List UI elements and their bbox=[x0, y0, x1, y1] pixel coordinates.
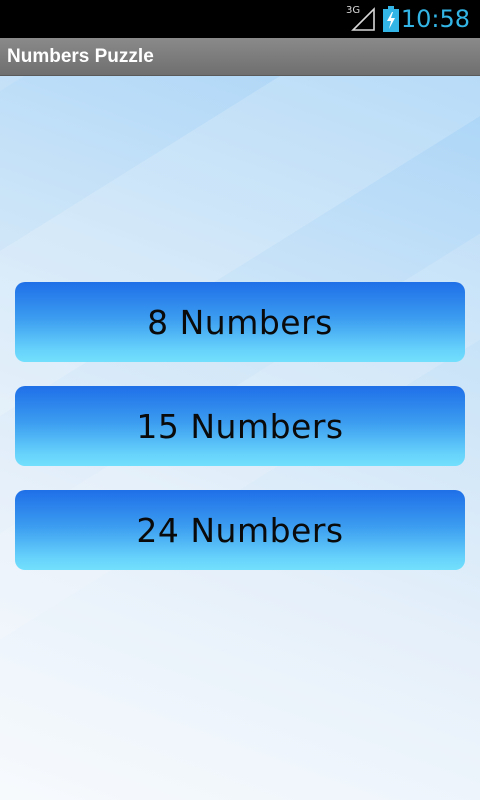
8-numbers-button[interactable]: 8 Numbers bbox=[15, 282, 465, 362]
signal-icon: 3G bbox=[346, 6, 376, 32]
screen: 3G 10:58 Numbers Puzzle 8 Numbers 15 Num… bbox=[0, 0, 480, 800]
status-bar: 3G 10:58 bbox=[0, 0, 480, 38]
button-label: 24 Numbers bbox=[136, 510, 344, 550]
title-bar: Numbers Puzzle bbox=[0, 38, 480, 76]
battery-charging-icon bbox=[382, 6, 400, 32]
button-label: 8 Numbers bbox=[147, 302, 333, 342]
status-time: 10:58 bbox=[400, 5, 470, 33]
app-title: Numbers Puzzle bbox=[7, 46, 154, 67]
content-area: 8 Numbers 15 Numbers 24 Numbers bbox=[0, 76, 480, 800]
button-label: 15 Numbers bbox=[136, 406, 344, 446]
24-numbers-button[interactable]: 24 Numbers bbox=[15, 490, 465, 570]
15-numbers-button[interactable]: 15 Numbers bbox=[15, 386, 465, 466]
